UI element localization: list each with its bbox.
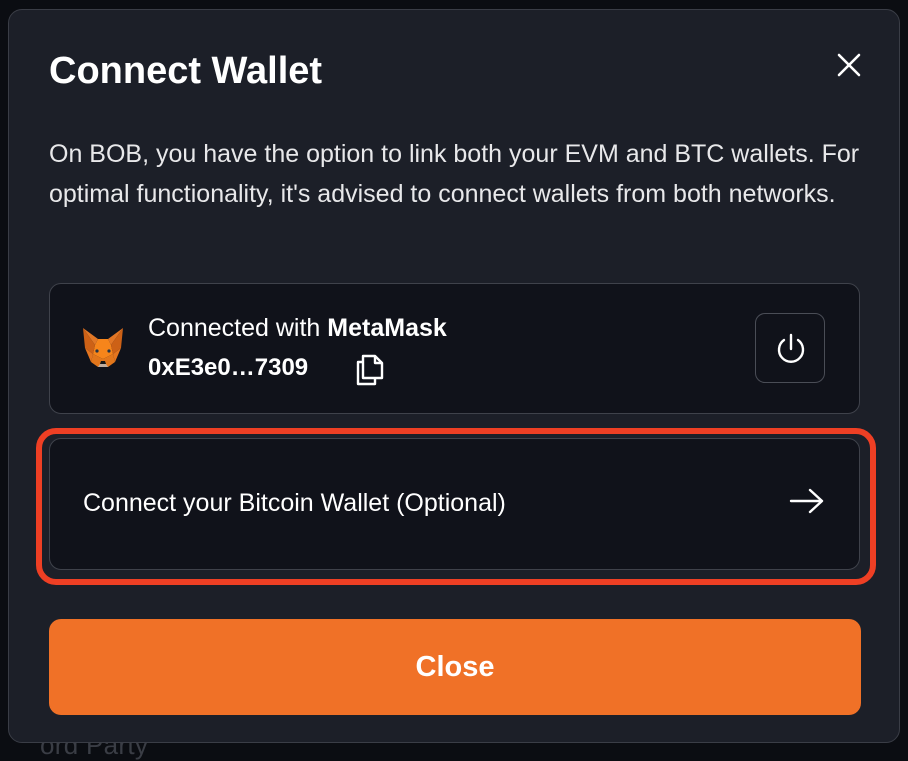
- modal-title: Connect Wallet: [49, 50, 323, 92]
- connected-wallet-card: Connected with MetaMask 0xE3e0…7309: [49, 283, 860, 414]
- disconnect-button[interactable]: [755, 313, 825, 383]
- power-icon: [777, 333, 805, 363]
- close-icon[interactable]: [835, 51, 863, 79]
- connect-wallet-modal: Connect Wallet On BOB, you have the opti…: [8, 9, 900, 743]
- arrow-right-icon: [789, 488, 824, 514]
- connect-bitcoin-wallet-label: Connect your Bitcoin Wallet (Optional): [83, 489, 506, 517]
- modal-description: On BOB, you have the option to link both…: [49, 140, 860, 208]
- wallet-name: MetaMask: [327, 314, 447, 342]
- connect-bitcoin-wallet-button[interactable]: Connect your Bitcoin Wallet (Optional): [49, 438, 860, 570]
- connected-with-text: Connected with MetaMask: [148, 314, 447, 343]
- metamask-fox-icon: [83, 328, 123, 367]
- connected-with-prefix: Connected with: [148, 314, 328, 342]
- close-button[interactable]: Close: [49, 619, 861, 715]
- wallet-address: 0xE3e0…7309: [148, 354, 309, 381]
- copy-icon[interactable]: [354, 350, 388, 386]
